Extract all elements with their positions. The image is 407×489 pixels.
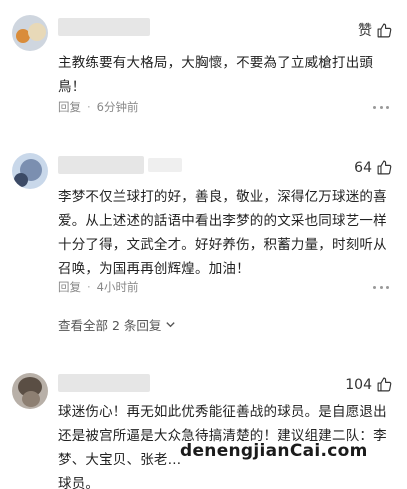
timestamp: 6分钟前 [96, 100, 139, 114]
view-all-replies-button[interactable]: 查看全部 2 条回复 [58, 315, 176, 334]
like-count: 64 [354, 159, 372, 176]
view-all-label: 查看全部 2 条回复 [58, 318, 162, 333]
comment-3: 104 球迷伤心！再无如此优秀能征善战的球员。是自愿退出还是被宫所逼是大众急待搞… [0, 360, 407, 489]
comment-text-tail: 球员。 [58, 476, 100, 489]
watermark: denengjianCai.com [180, 441, 368, 461]
comment-1: 赞 主教练要有大格局，大胸懷，不要為了立威槍打出頭鳥！ 回复 · 6分钟前 [0, 0, 407, 130]
chevron-down-icon [166, 322, 176, 328]
thumbs-up-icon [377, 23, 392, 37]
like-button[interactable]: 64 [354, 159, 393, 176]
more-dots-icon[interactable] [373, 106, 389, 110]
user-tag-redacted [148, 158, 182, 172]
thumbs-up-icon [377, 377, 392, 392]
like-button[interactable]: 104 [345, 376, 393, 393]
separator-dot: · [87, 280, 91, 294]
username-redacted [58, 374, 150, 392]
separator-dot: · [87, 100, 91, 114]
comment-2: 64 李梦不仅兰球打的好，善良，敬业，深得亿万球迷的喜爱。从上述述的話语中看出李… [0, 140, 407, 340]
reply-button[interactable]: 回复 [58, 99, 81, 115]
avatar[interactable] [12, 153, 48, 189]
username-redacted [58, 18, 150, 36]
timestamp: 4小时前 [96, 280, 139, 294]
avatar[interactable] [12, 373, 48, 409]
comment-text: 球迷伤心！再无如此优秀能征善战的球员。是自愿退出还是被宫所逼是大众急待搞清楚的！… [58, 404, 387, 468]
comment-text: 李梦不仅兰球打的好，善良，敬业，深得亿万球迷的喜爱。从上述述的話语中看出李梦的的… [58, 189, 387, 277]
comment-meta: 回复 · 6分钟前 [58, 99, 138, 115]
comment-text: 主教练要有大格局，大胸懷，不要為了立威槍打出頭鳥！ [58, 55, 374, 95]
like-label: 赞 [358, 23, 372, 39]
avatar[interactable] [12, 15, 48, 51]
reply-button[interactable]: 回复 [58, 279, 81, 295]
thumbs-up-icon [377, 160, 392, 175]
more-dots-icon[interactable] [373, 286, 389, 290]
like-count: 104 [345, 376, 372, 393]
like-button[interactable]: 赞 [358, 20, 393, 40]
comment-meta: 回复 · 4小时前 [58, 279, 138, 295]
username-redacted [58, 156, 144, 174]
